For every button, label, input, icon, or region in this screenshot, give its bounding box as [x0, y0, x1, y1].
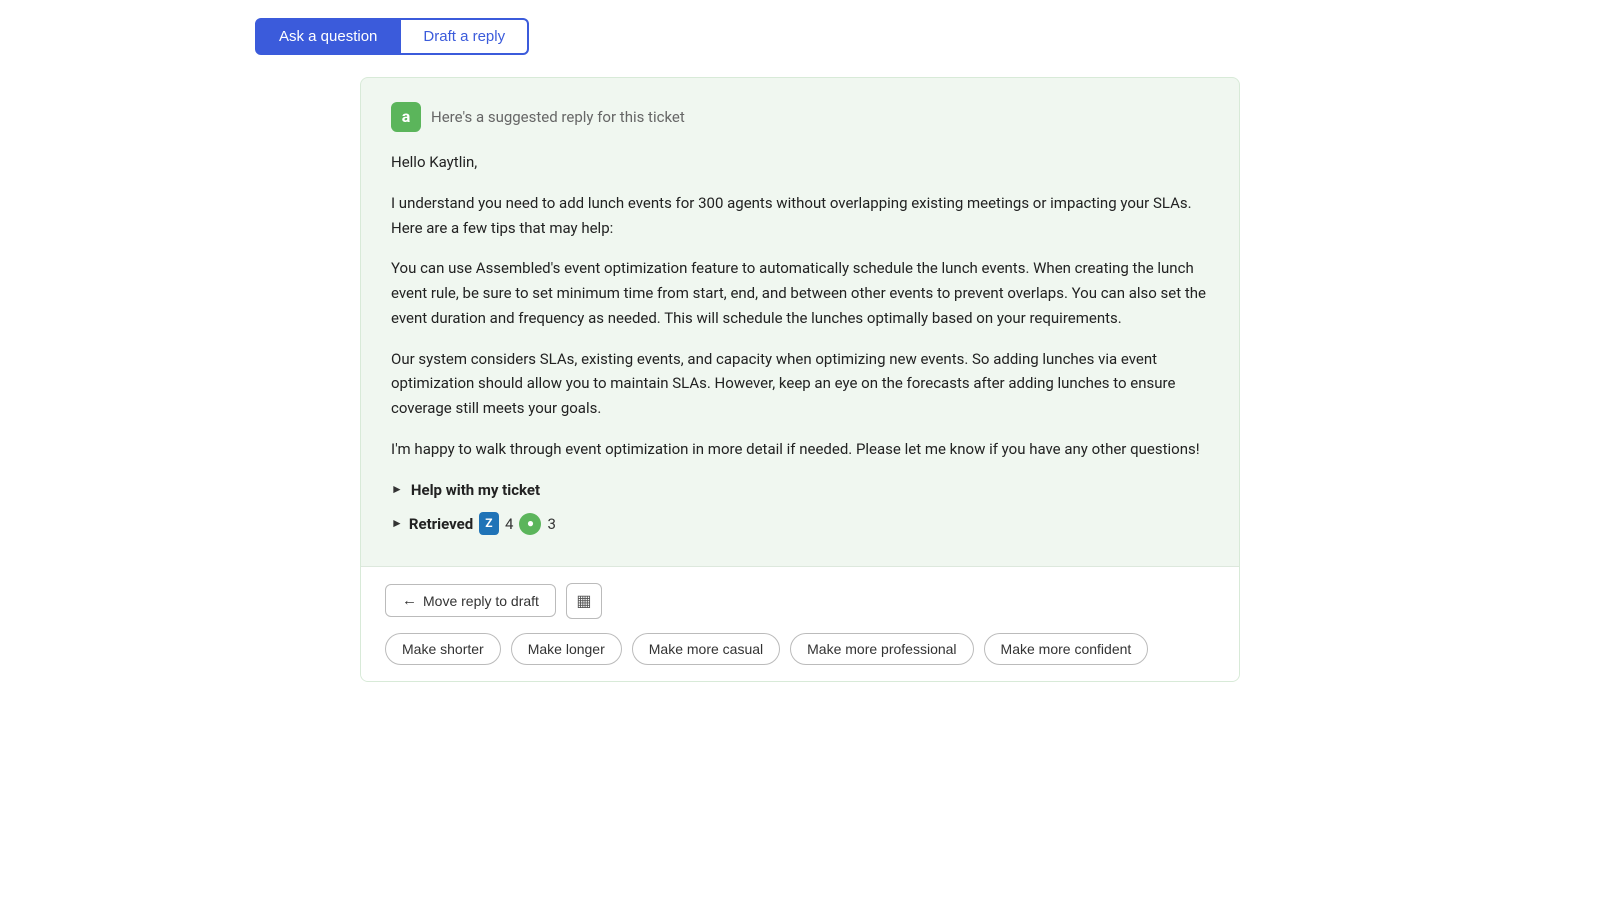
assembled-badge: ● — [519, 513, 541, 535]
tab-ask-question[interactable]: Ask a question — [255, 18, 401, 55]
tip-paragraph: You can use Assembled's event optimizati… — [391, 256, 1209, 330]
copy-icon-button[interactable]: ▦ — [566, 583, 602, 619]
make-shorter-button[interactable]: Make shorter — [385, 633, 501, 665]
collapsible-retrieved[interactable]: ► Retrieved Z 4 ● 3 — [391, 512, 1209, 536]
page-container: Ask a question Draft a reply a Here's a … — [0, 0, 1600, 900]
chevron-right-icon: ► — [391, 480, 403, 499]
make-longer-button[interactable]: Make longer — [511, 633, 622, 665]
sla-paragraph: Our system considers SLAs, existing even… — [391, 347, 1209, 421]
intro-paragraph: I understand you need to add lunch event… — [391, 191, 1209, 241]
zendesk-count: 4 — [505, 512, 513, 536]
zendesk-badge: Z — [479, 512, 499, 535]
card-body: a Here's a suggested reply for this tick… — [361, 78, 1239, 566]
tab-draft-reply[interactable]: Draft a reply — [401, 18, 529, 55]
make-confident-button[interactable]: Make more confident — [984, 633, 1149, 665]
move-draft-label: Move reply to draft — [423, 593, 539, 609]
greeting-paragraph: Hello Kaytlin, — [391, 150, 1209, 175]
main-card: a Here's a suggested reply for this tick… — [360, 77, 1240, 682]
make-casual-button[interactable]: Make more casual — [632, 633, 780, 665]
copy-icon: ▦ — [576, 591, 591, 611]
retrieved-label: Retrieved — [409, 512, 473, 536]
collapsible-help[interactable]: ► Help with my ticket — [391, 478, 1209, 502]
card-header-text: Here's a suggested reply for this ticket — [431, 105, 685, 129]
chevron-right-icon-2: ► — [391, 514, 403, 533]
back-arrow-icon: ← — [402, 592, 417, 609]
card-footer: ← Move reply to draft ▦ Make shorter Mak… — [361, 566, 1239, 681]
footer-bottom: Make shorter Make longer Make more casua… — [385, 633, 1215, 665]
move-reply-to-draft-button[interactable]: ← Move reply to draft — [385, 584, 556, 617]
reply-content: Hello Kaytlin, I understand you need to … — [391, 150, 1209, 462]
card-header: a Here's a suggested reply for this tick… — [391, 102, 1209, 132]
assembled-icon: a — [391, 102, 421, 132]
make-professional-button[interactable]: Make more professional — [790, 633, 973, 665]
help-label: Help with my ticket — [411, 478, 540, 502]
closing-paragraph: I'm happy to walk through event optimiza… — [391, 437, 1209, 462]
tab-bar: Ask a question Draft a reply — [255, 18, 529, 55]
footer-top: ← Move reply to draft ▦ — [385, 583, 1215, 619]
assembled-count: 3 — [547, 512, 555, 536]
